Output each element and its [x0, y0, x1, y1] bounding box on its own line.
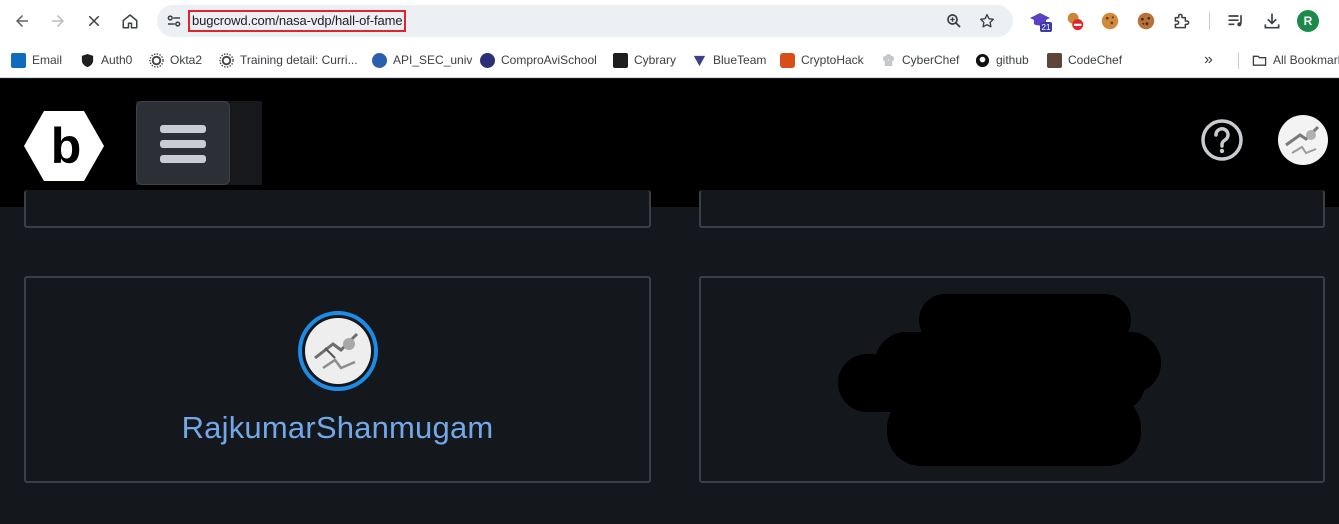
arrow-left-icon — [16, 15, 28, 27]
extension-cookie-editor[interactable] — [1134, 9, 1158, 33]
auth0-shield-icon — [81, 53, 94, 67]
menu-bar — [160, 155, 206, 163]
bookmark-api-sec[interactable]: API_SEC_univ — [372, 51, 472, 69]
bookmark-label: Email — [32, 53, 63, 67]
site-header: b — [0, 79, 1339, 207]
extension-no-entry[interactable] — [1063, 9, 1087, 33]
extension-graduation-icon[interactable]: 21 — [1028, 9, 1052, 33]
menu-bar — [160, 125, 206, 133]
bookmark-cybrary[interactable]: Cybrary — [613, 51, 676, 69]
okta-sunburst-icon — [219, 52, 234, 68]
bookmark-label: ComproAviSchool — [501, 53, 597, 67]
url-text[interactable]: bugcrowd.com/nasa-vdp/hall-of-fame — [188, 10, 407, 32]
zoom-icon[interactable] — [945, 12, 963, 30]
cookie-icon — [1101, 12, 1119, 30]
menu-bar — [160, 140, 206, 148]
download-icon — [1264, 13, 1280, 29]
forward-button[interactable] — [46, 9, 70, 33]
hunter-card-partial — [24, 190, 651, 228]
address-bar[interactable]: bugcrowd.com/nasa-vdp/hall-of-fame — [157, 5, 1013, 37]
cookie-block-icon — [1067, 12, 1084, 31]
bookmark-label: CryptoHack — [801, 53, 864, 67]
hunter-name-link[interactable]: RajkumarShanmugam — [26, 410, 649, 446]
hunter-card-redacted — [699, 276, 1325, 483]
home-icon — [122, 14, 138, 29]
arrow-right-icon — [52, 15, 64, 27]
extension-badge: 21 — [1042, 23, 1051, 32]
all-bookmarks-button[interactable]: All Bookmarks — [1252, 51, 1339, 69]
user-avatar[interactable] — [1278, 115, 1328, 165]
all-bookmarks-label: All Bookmarks — [1273, 53, 1339, 67]
menu-container — [136, 101, 262, 185]
close-icon — [88, 15, 100, 27]
bookmarks-divider — [1238, 53, 1239, 69]
reading-list-button[interactable] — [1224, 9, 1248, 33]
bookmark-label: github — [996, 53, 1029, 67]
back-button[interactable] — [10, 9, 34, 33]
site-info-icon[interactable] — [165, 12, 183, 30]
folder-icon — [1252, 55, 1267, 66]
stop-loading-button[interactable] — [82, 9, 106, 33]
bookmark-label: CodeChef — [1068, 53, 1123, 67]
bookmark-codechef[interactable]: CodeChef — [1047, 51, 1122, 69]
avatar-sketch-icon — [314, 332, 359, 370]
graduation-cap-icon: 21 — [1030, 13, 1052, 32]
downloads-button[interactable] — [1260, 9, 1284, 33]
playlist-icon — [1228, 15, 1242, 27]
blueteam-icon — [693, 55, 706, 66]
puzzle-icon — [1174, 13, 1190, 29]
bookmark-okta2[interactable]: Okta2 — [149, 51, 202, 69]
star-bookmark-icon[interactable] — [978, 12, 996, 30]
logo-letter: b — [51, 118, 82, 174]
hunter-avatar[interactable] — [298, 311, 378, 391]
outlook-icon — [11, 52, 26, 68]
chef-hat-icon — [882, 53, 895, 66]
github-icon — [975, 53, 990, 67]
codechef-icon — [1047, 52, 1062, 68]
hamburger-menu-button[interactable] — [136, 101, 230, 185]
home-button[interactable] — [118, 9, 142, 33]
cryptohack-icon — [780, 52, 795, 68]
bookmark-label: API_SEC_univ — [393, 53, 473, 67]
avatar-sketch-icon — [1285, 125, 1320, 155]
bookmark-label: BlueTeam — [713, 53, 767, 67]
bookmark-compro[interactable]: ComproAviSchool — [480, 51, 597, 69]
bookmark-label: Training detail: Curri... — [240, 53, 358, 67]
profile-avatar[interactable]: R — [1297, 10, 1319, 32]
bugcrowd-logo[interactable]: b — [24, 111, 104, 181]
cookie-editor-icon — [1137, 12, 1155, 30]
okta-sunburst-icon — [149, 52, 164, 68]
apisec-icon — [372, 52, 387, 68]
bookmark-training[interactable]: Training detail: Curri... — [219, 51, 358, 69]
cybrary-icon — [613, 52, 628, 68]
extensions-menu-button[interactable] — [1170, 9, 1194, 33]
bookmark-blueteam[interactable]: BlueTeam — [692, 51, 766, 69]
bookmark-label: Okta2 — [170, 53, 203, 67]
bookmark-cyberchef[interactable]: CyberChef — [881, 51, 959, 69]
redaction-mark — [887, 394, 1141, 466]
bookmark-label: Auth0 — [101, 53, 133, 67]
compro-icon — [480, 52, 495, 68]
toolbar-divider — [1209, 12, 1210, 30]
extension-cookie[interactable] — [1098, 9, 1122, 33]
bookmark-email[interactable]: Email — [11, 51, 62, 69]
bookmark-cryptohack[interactable]: CryptoHack — [780, 51, 864, 69]
hunter-card[interactable]: RajkumarShanmugam — [24, 276, 651, 483]
bookmarks-bar: Email Auth0 Okta2 Training detail: Curri… — [0, 42, 1339, 78]
question-circle-icon[interactable] — [1200, 118, 1244, 162]
bookmark-github[interactable]: github — [975, 51, 1029, 69]
hunter-card-partial — [699, 190, 1325, 228]
bookmark-label: Cybrary — [634, 53, 677, 67]
bookmark-label: CyberChef — [902, 53, 960, 67]
browser-toolbar: bugcrowd.com/nasa-vdp/hall-of-fame 21 R — [0, 0, 1339, 42]
bookmark-auth0[interactable]: Auth0 — [80, 51, 132, 69]
bookmarks-overflow-button[interactable]: » — [1204, 51, 1213, 69]
